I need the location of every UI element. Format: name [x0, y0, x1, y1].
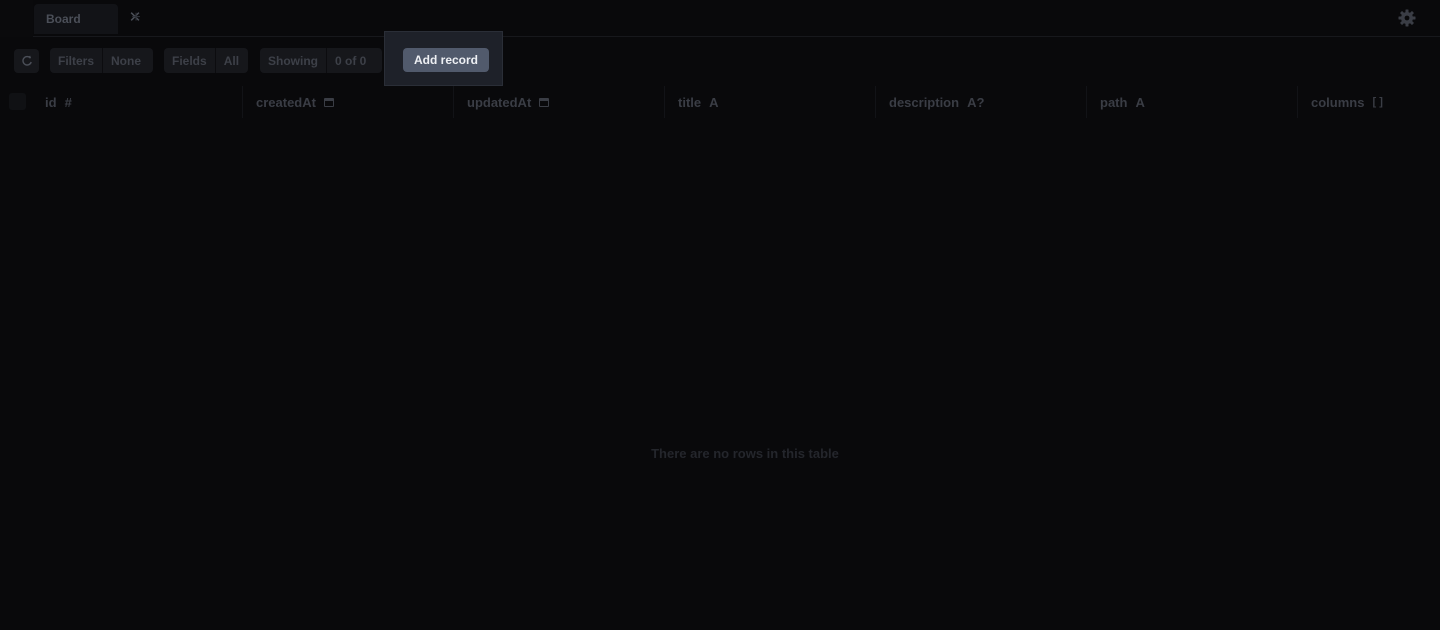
- column-header-title[interactable]: title A: [666, 86, 876, 118]
- add-record-button[interactable]: Add record: [403, 48, 489, 72]
- column-header-id[interactable]: id #: [36, 86, 243, 118]
- column-header-createdAt[interactable]: createdAt: [244, 86, 454, 118]
- gear-icon[interactable]: [1397, 8, 1417, 28]
- select-all-checkbox[interactable]: [9, 93, 26, 110]
- fields-control[interactable]: Fields All: [164, 48, 248, 73]
- calendar-icon: [323, 97, 334, 107]
- column-name: id: [45, 94, 57, 110]
- column-name: createdAt: [256, 94, 316, 110]
- add-tab-icon[interactable]: +: [128, 8, 144, 28]
- filters-label: Filters: [58, 53, 95, 68]
- filters-control[interactable]: Filters None: [50, 48, 153, 73]
- column-header-columns[interactable]: columns [ ]: [1299, 86, 1440, 118]
- column-name: updatedAt: [467, 94, 532, 110]
- fields-value: All: [214, 48, 247, 73]
- array-type-icon: [ ]: [1372, 96, 1383, 108]
- column-name: path: [1100, 94, 1128, 110]
- optional-text-type-icon: A?: [967, 94, 985, 110]
- app-window: Board ✕ + Filters None Fields All Showin…: [0, 0, 1440, 630]
- refresh-icon: [21, 55, 32, 66]
- empty-state-message: There are no rows in this table: [651, 446, 839, 461]
- refresh-button[interactable]: [14, 49, 39, 73]
- column-header-updatedAt[interactable]: updatedAt: [455, 86, 665, 118]
- text-type-icon: A: [1135, 94, 1145, 110]
- tab-board[interactable]: Board ✕: [34, 4, 141, 34]
- showing-value: 0 of 0: [326, 48, 374, 73]
- column-name: description: [889, 94, 960, 110]
- column-name: columns: [1311, 94, 1365, 110]
- column-header-description[interactable]: description A?: [877, 86, 1087, 118]
- showing-label: Showing: [268, 53, 318, 68]
- tab-label: Board: [46, 12, 81, 26]
- text-type-icon: A: [709, 94, 719, 110]
- showing-control[interactable]: Showing 0 of 0: [260, 48, 382, 73]
- toolbar: Filters None Fields All Showing 0 of 0 A…: [0, 31, 1440, 86]
- sidebar-toggle[interactable]: [0, 0, 33, 37]
- tab-bar: Board ✕ +: [0, 0, 1440, 37]
- calendar-icon: [539, 97, 550, 107]
- table-header: id # createdAt updatedAt title A descrip…: [0, 86, 1440, 118]
- fields-label: Fields: [172, 53, 207, 68]
- number-type-icon: #: [64, 94, 72, 110]
- filters-value: None: [102, 48, 149, 73]
- column-header-path[interactable]: path A: [1088, 86, 1298, 118]
- column-name: title: [678, 94, 702, 110]
